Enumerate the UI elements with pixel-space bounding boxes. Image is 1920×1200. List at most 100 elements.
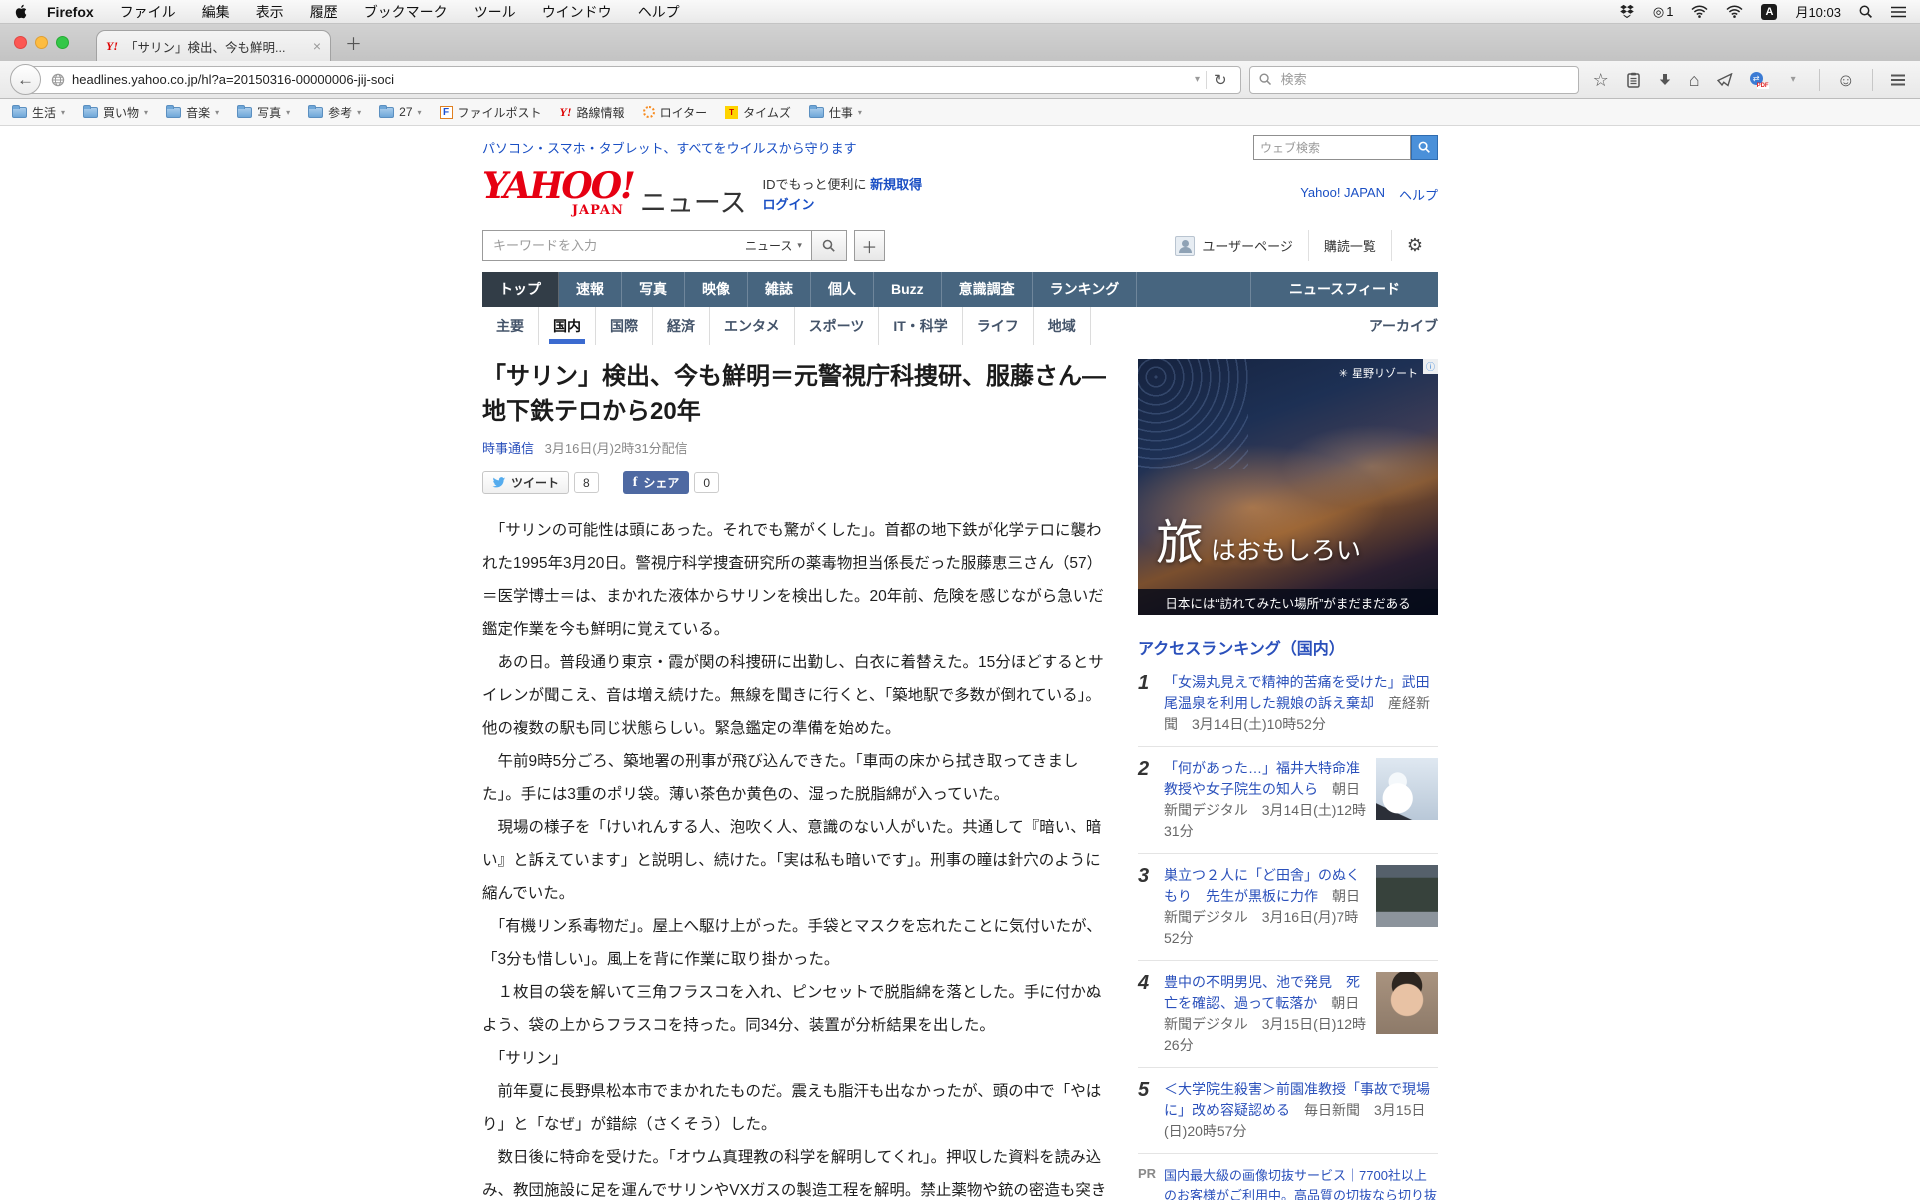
web-search-input[interactable] [1253, 135, 1411, 160]
menu-hamburger-icon[interactable] [1890, 74, 1906, 86]
browser-tab[interactable]: Y! 「サリン」検出、今も鮮明... × [96, 30, 331, 61]
nav-tab-kojin[interactable]: 個人 [811, 272, 874, 307]
bookmark-folder-sankou[interactable]: 参考 ▾ [308, 104, 361, 121]
subscriptions-link[interactable]: 購読一覧 [1307, 230, 1391, 261]
new-tab-button[interactable]: ＋ [331, 30, 376, 61]
thumbnail-boy[interactable] [1376, 972, 1438, 1034]
minimize-window-button[interactable] [35, 36, 48, 49]
tweet-button[interactable]: ツイート [482, 471, 570, 494]
bookmark-star-icon[interactable]: ☆ [1593, 71, 1609, 89]
browser-search-bar[interactable] [1248, 65, 1579, 94]
bookmark-times[interactable]: T タイムズ [725, 104, 791, 121]
menu-tools[interactable]: ツール [474, 2, 516, 22]
url-dropdown-icon[interactable]: ▾ [1189, 74, 1206, 85]
subnav-life[interactable]: ライフ [963, 307, 1034, 345]
menubar-status-area: ◎ 1 A 月10:03 [1619, 2, 1906, 21]
subnav-it-kagaku[interactable]: IT・科学 [879, 307, 963, 345]
thumbnail-snowman[interactable] [1376, 758, 1438, 820]
reload-icon[interactable]: ↻ [1207, 71, 1234, 89]
back-button[interactable]: ← [10, 64, 41, 95]
subnav-shuyo[interactable]: 主要 [482, 307, 539, 345]
input-source-icon[interactable]: A [1761, 3, 1778, 20]
bookmark-label: 写真 [257, 105, 282, 120]
news-search-button[interactable] [810, 230, 847, 261]
hotspot-wifi-icon[interactable] [1691, 5, 1708, 18]
bookmark-folder-ongaku[interactable]: 音楽 ▾ [166, 104, 219, 121]
menu-view[interactable]: 表示 [256, 2, 284, 22]
subnav-chiiki[interactable]: 地域 [1034, 307, 1091, 345]
add-search-button[interactable]: ＋ [853, 230, 885, 261]
spotlight-icon[interactable] [1859, 5, 1873, 19]
news-search-input[interactable] [483, 231, 735, 260]
help-link[interactable]: ヘルプ [1399, 185, 1438, 204]
tab-close-icon[interactable]: × [313, 38, 321, 54]
nav-tab-ranking[interactable]: ランキング [1033, 272, 1138, 307]
browser-search-input[interactable] [1278, 71, 1569, 88]
bookmark-folder-kaimono[interactable]: 買い物 ▾ [83, 104, 148, 121]
close-window-button[interactable] [14, 36, 27, 49]
bookmark-rosen[interactable]: Y! 路線情報 [560, 104, 625, 121]
source-link[interactable]: 時事通信 [482, 441, 534, 456]
url-bar[interactable]: headlines.yahoo.co.jp/hl?a=20150316-0000… [28, 65, 1241, 94]
subnav-sports[interactable]: スポーツ [795, 307, 880, 345]
yahoo-japan-link[interactable]: Yahoo! JAPAN [1300, 185, 1385, 204]
notification-center-icon[interactable] [1891, 6, 1906, 18]
virus-promo-link[interactable]: パソコン・スマホ・タブレット、すべてをウイルスから守ります [482, 138, 857, 157]
facebook-share-button[interactable]: f シェア [622, 471, 690, 494]
menu-history[interactable]: 履歴 [310, 2, 338, 22]
pdf-dropdown-icon[interactable]: ▾ [1785, 74, 1802, 85]
subnav-kokusai[interactable]: 国際 [596, 307, 653, 345]
news-search-category[interactable]: ニュース ▾ [735, 237, 812, 254]
user-avatar-icon [1175, 235, 1196, 256]
user-page-link[interactable]: ユーザーページ [1160, 230, 1307, 261]
menu-clock[interactable]: 月10:03 [1795, 2, 1841, 21]
wifi-icon[interactable] [1726, 5, 1743, 18]
apple-menu-icon[interactable] [14, 4, 27, 19]
subnav-keizai[interactable]: 経済 [653, 307, 710, 345]
bookmark-filepost[interactable]: F ファイルポスト [439, 104, 542, 121]
nav-tab-zasshi[interactable]: 雑誌 [748, 272, 811, 307]
url-text[interactable]: headlines.yahoo.co.jp/hl?a=20150316-0000… [72, 72, 1189, 87]
menu-file[interactable]: ファイル [120, 2, 176, 22]
yahoo-news-logo[interactable]: YAHOO! JAPAN ニュース [482, 168, 747, 218]
subnav-kokunai[interactable]: 国内 [539, 307, 596, 345]
pocket-smiley-icon[interactable]: ☺ [1837, 71, 1855, 89]
menu-help[interactable]: ヘルプ [638, 2, 680, 22]
nav-tab-shashin[interactable]: 写真 [622, 272, 685, 307]
subnav-archive[interactable]: アーカイブ [1369, 316, 1438, 336]
creative-cloud-icon[interactable]: ◎ 1 [1653, 4, 1674, 20]
browser-toolbar: ← headlines.yahoo.co.jp/hl?a=20150316-00… [0, 61, 1920, 99]
pr-ad-link[interactable]: 国内最大級の画像切抜サービス｜7700社以上のお客様がご利用中。高品質の切抜なら… [1164, 1168, 1437, 1200]
bookmark-folder-27[interactable]: 27 ▾ [379, 104, 422, 119]
nav-tab-sokuho[interactable]: 速報 [559, 272, 622, 307]
downloads-icon[interactable] [1658, 73, 1672, 87]
adchoices-icon[interactable]: ⓘ [1423, 359, 1438, 374]
login-link[interactable]: ログイン [763, 197, 815, 212]
web-search-button[interactable] [1411, 135, 1438, 160]
thumbnail-blackboard[interactable] [1376, 865, 1438, 927]
bookmark-folder-shigoto[interactable]: 仕事 ▾ [808, 104, 862, 121]
menu-bookmarks[interactable]: ブックマーク [364, 2, 448, 22]
menu-edit[interactable]: 編集 [202, 2, 230, 22]
nav-tab-top[interactable]: トップ [482, 272, 559, 307]
bookmark-reuters[interactable]: ロイター [642, 104, 707, 121]
dropbox-icon[interactable] [1619, 4, 1635, 19]
nav-tab-buzz[interactable]: Buzz [874, 272, 942, 307]
menu-firefox[interactable]: Firefox [47, 4, 94, 20]
menu-window[interactable]: ウインドウ [542, 2, 612, 22]
hoshino-resort-ad[interactable]: ✳ 星野リゾート ⓘ 旅 はおもしろい 日本には“訪れてみたい場所”がまだまだあ… [1138, 359, 1438, 615]
settings-button[interactable]: ⚙ [1390, 230, 1438, 261]
share-icon[interactable] [1716, 72, 1733, 87]
home-icon[interactable]: ⌂ [1689, 71, 1700, 89]
signup-link[interactable]: 新規取得 [870, 177, 922, 192]
nav-tab-eizo[interactable]: 映像 [685, 272, 748, 307]
pdf-converter-icon[interactable]: ⇄ PDF [1749, 71, 1769, 89]
bookmarks-panel-icon[interactable] [1626, 72, 1641, 88]
bookmark-folder-seikatsu[interactable]: 生活 ▾ [12, 104, 65, 121]
nav-tab-ishiki[interactable]: 意識調査 [942, 272, 1033, 307]
bookmark-folder-shashin[interactable]: 写真 ▾ [237, 104, 290, 121]
ranking-heading[interactable]: アクセスランキング（国内） [1138, 635, 1438, 659]
nav-tab-newsfeed[interactable]: ニュースフィード [1249, 272, 1438, 307]
zoom-window-button[interactable] [56, 36, 69, 49]
subnav-entame[interactable]: エンタメ [710, 307, 795, 345]
